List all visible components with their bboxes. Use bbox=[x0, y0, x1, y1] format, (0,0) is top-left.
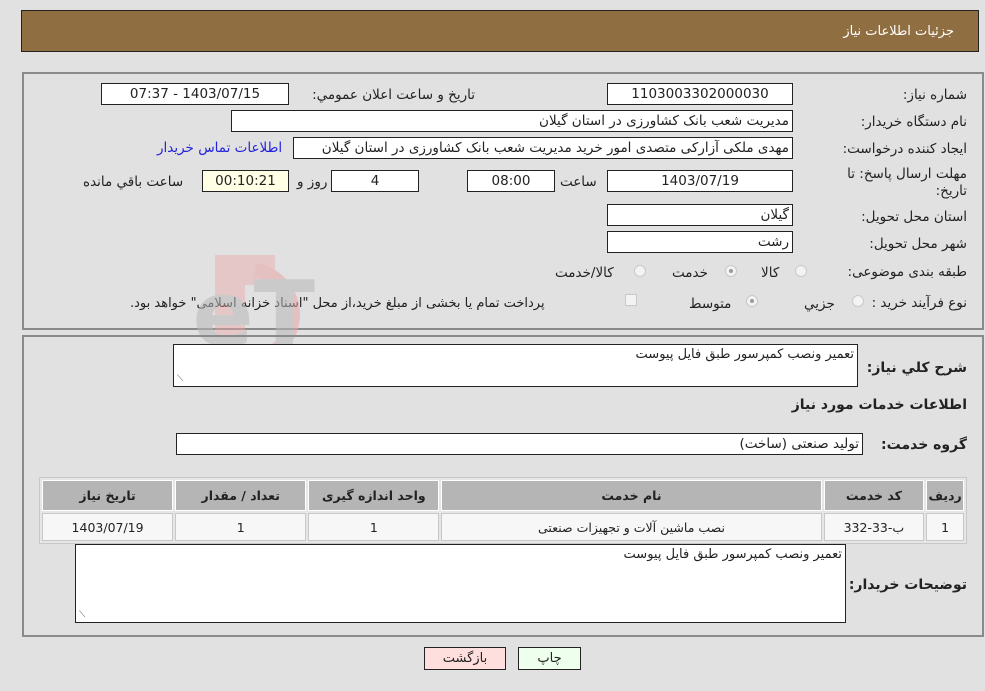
buyer-notes-textarea[interactable]: تعمیر ونصب کمپرسور طبق فایل پیوست ⟋ bbox=[75, 544, 846, 623]
col-header-row-number: ردیف bbox=[926, 480, 964, 511]
deadline-date-field: 1403/07/19 bbox=[607, 170, 793, 192]
col-header-quantity: تعداد / مقدار bbox=[175, 480, 307, 511]
buyer-notes-text: تعمیر ونصب کمپرسور طبق فایل پیوست bbox=[623, 547, 842, 562]
table-header-row: ردیف کد خدمت نام خدمت واحد اندازه گیری ت… bbox=[42, 480, 964, 511]
cell-unit: 1 bbox=[308, 513, 440, 541]
requester-label: ایجاد کننده درخواست: bbox=[842, 141, 967, 157]
col-header-service-name: نام خدمت bbox=[441, 480, 822, 511]
deadline-time-label: ساعت bbox=[560, 174, 597, 190]
treasury-checkbox[interactable] bbox=[625, 294, 637, 306]
cell-service-code: ب-33-332 bbox=[823, 513, 925, 541]
delivery-city-label: شهر محل تحویل: bbox=[869, 236, 967, 252]
services-table: ردیف کد خدمت نام خدمت واحد اندازه گیری ت… bbox=[39, 477, 967, 544]
cell-need-date: 1403/07/19 bbox=[42, 513, 174, 541]
cell-service-name: نصب ماشین آلات و تجهیزات صنعتی bbox=[441, 513, 822, 541]
announce-datetime-label: تاریخ و ساعت اعلان عمومي: bbox=[312, 87, 475, 103]
announce-datetime-field: 1403/07/15 - 07:37 bbox=[101, 83, 289, 105]
resize-grip-icon[interactable]: ⟋ bbox=[177, 375, 183, 384]
deadline-time-field: 08:00 bbox=[467, 170, 555, 192]
category-radio-goods[interactable] bbox=[795, 265, 807, 277]
need-number-field: 1103003302000030 bbox=[607, 83, 793, 105]
delivery-province-field: گیلان bbox=[607, 204, 793, 226]
print-button[interactable]: چاپ bbox=[518, 647, 581, 670]
category-option-service: خدمت bbox=[672, 265, 708, 281]
days-remaining-field: 4 bbox=[331, 170, 419, 192]
category-label: طبقه بندی موضوعی: bbox=[847, 264, 967, 280]
deadline-label: مهلت ارسال پاسخ: تا تاریخ: bbox=[847, 166, 967, 199]
buyer-notes-label: توضیحات خریدار: bbox=[848, 577, 967, 593]
col-header-unit: واحد اندازه گیری bbox=[308, 480, 440, 511]
service-group-field: تولید صنعتی (ساخت) bbox=[176, 433, 863, 455]
purchase-type-option-minor: جزيي bbox=[804, 296, 835, 312]
page-header: جزئیات اطلاعات نیاز bbox=[21, 10, 979, 52]
need-number-label: شماره نیاز: bbox=[902, 87, 967, 103]
buyer-contact-link[interactable]: اطلاعات تماس خریدار bbox=[157, 140, 282, 156]
days-label: روز و bbox=[297, 174, 328, 190]
resize-grip-icon[interactable]: ⟋ bbox=[79, 611, 85, 620]
table-row: 1 ب-33-332 نصب ماشین آلات و تجهیزات صنعت… bbox=[42, 513, 964, 541]
time-remaining-field: 00:10:21 bbox=[202, 170, 289, 192]
col-header-need-date: تاریخ نیاز bbox=[42, 480, 174, 511]
purchase-type-radio-medium[interactable] bbox=[746, 295, 758, 307]
col-header-service-code: کد خدمت bbox=[823, 480, 925, 511]
back-button[interactable]: بازگشت bbox=[424, 647, 506, 670]
general-desc-text: تعمیر ونصب کمپرسور طبق فایل پیوست bbox=[635, 347, 854, 362]
time-remaining-label: ساعت باقي مانده bbox=[83, 174, 184, 190]
purchase-type-label: نوع فرآیند خرید : bbox=[871, 295, 967, 311]
category-radio-goods-service[interactable] bbox=[634, 265, 646, 277]
cell-row-number: 1 bbox=[926, 513, 964, 541]
delivery-city-field: رشت bbox=[607, 231, 793, 253]
buyer-org-label: نام دستگاه خریدار: bbox=[860, 114, 967, 130]
category-option-goods: کالا bbox=[761, 265, 780, 281]
requester-field: مهدی ملکی آزارکی متصدی امور خرید مدیریت … bbox=[293, 137, 793, 159]
buyer-org-field: مدیریت شعب بانک کشاورزی در استان گیلان bbox=[231, 110, 793, 132]
treasury-note: پرداخت تمام یا بخشی از مبلغ خرید،از محل … bbox=[130, 296, 545, 311]
general-desc-textarea[interactable]: تعمیر ونصب کمپرسور طبق فایل پیوست ⟋ bbox=[173, 344, 858, 387]
delivery-province-label: استان محل تحویل: bbox=[861, 209, 967, 225]
page-title: جزئیات اطلاعات نیاز bbox=[843, 24, 954, 39]
category-radio-service[interactable] bbox=[725, 265, 737, 277]
general-desc-label: شرح کلي نياز: bbox=[866, 360, 967, 376]
purchase-type-radio-minor[interactable] bbox=[852, 295, 864, 307]
cell-quantity: 1 bbox=[175, 513, 307, 541]
category-option-goods-service: کالا/خدمت bbox=[555, 265, 614, 281]
service-group-label: گروه خدمت: bbox=[881, 437, 967, 453]
services-heading: اطلاعات خدمات مورد نیاز bbox=[791, 397, 967, 413]
purchase-type-option-medium: متوسط bbox=[689, 296, 732, 312]
